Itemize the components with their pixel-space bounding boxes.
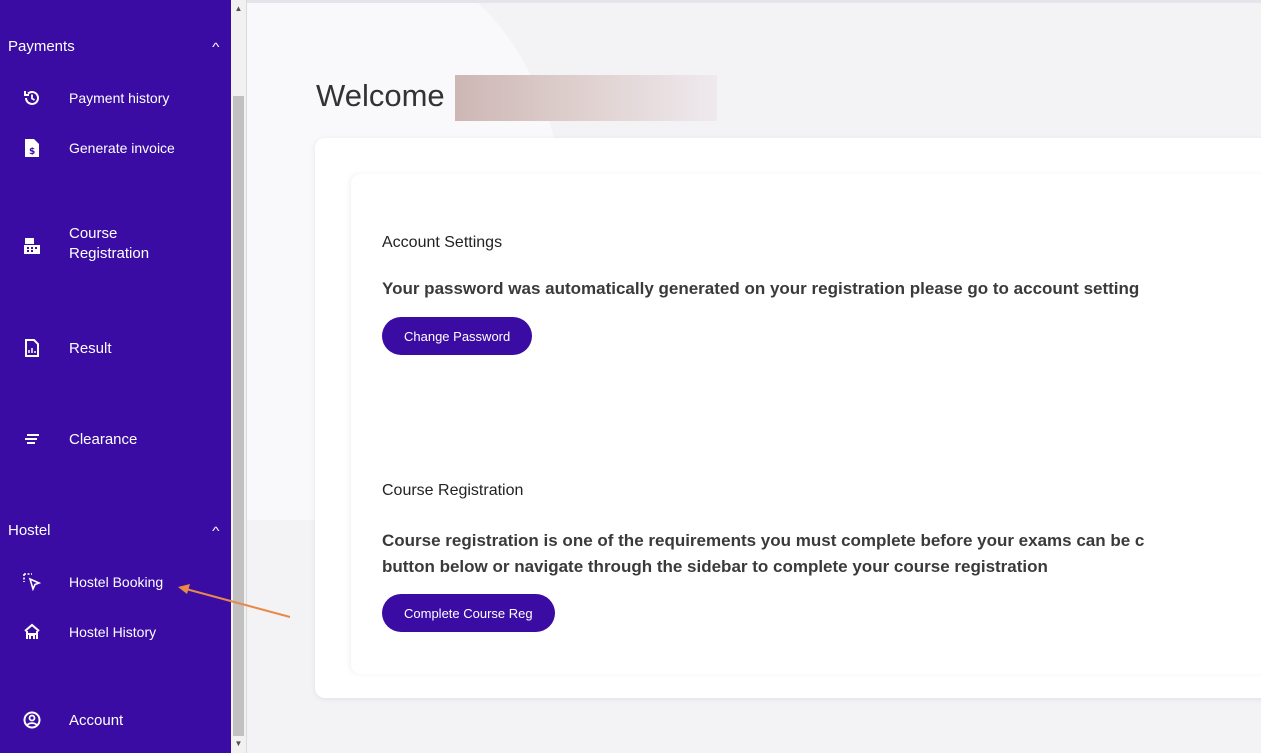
chevron-up-icon: ^ [212,39,220,54]
welcome-heading: Welcome [316,78,445,113]
sidebar-item-generate-invoice[interactable]: $ Generate invoice [22,138,175,158]
sidebar-item-payment-history[interactable]: Payment history [22,88,169,108]
sidebar-item-hostel-booking[interactable]: Hostel Booking [22,572,163,592]
main-content: Welcome Account Settings Your password w… [247,0,1261,753]
sidebar-item-label: Hostel History [69,624,157,640]
sidebar-item-label: Hostel Booking [69,574,164,590]
sidebar-scrollbar[interactable]: ▲ ▼ [231,0,247,753]
hostel-section-label: Hostel [8,522,51,539]
sidebar-item-course-registration[interactable]: Course Registration [22,225,149,262]
course-registration-text-line2: button below or navigate through the sid… [382,557,1048,576]
svg-text:$: $ [29,147,35,157]
sidebar: Payments ^ Payment history $ Generate in… [0,0,231,753]
hostel-history-icon [22,622,42,642]
payments-section-label: Payments [8,38,75,55]
scroll-down-arrow-icon[interactable]: ▼ [231,737,246,751]
sidebar-item-account[interactable]: Account [22,710,123,730]
sidebar-item-label: Result [69,339,112,357]
account-settings-title: Account Settings [382,234,503,251]
sidebar-item-label: Clearance [69,430,138,448]
chevron-up-icon: ^ [212,523,220,538]
course-registration-title: Course Registration [382,482,524,499]
hostel-booking-icon [22,572,42,592]
sidebar-item-label: Payment history [69,90,170,106]
account-icon [22,710,42,730]
course-registration-text-line1: Course registration is one of the requir… [382,531,1145,550]
scroll-thumb[interactable] [233,96,244,736]
clearance-icon [22,429,42,449]
payments-section-header[interactable]: Payments ^ [8,38,220,55]
result-icon [22,338,42,358]
hostel-section-header[interactable]: Hostel ^ [8,522,220,539]
top-border [247,0,1261,3]
history-icon [22,88,42,108]
sidebar-item-label: Account [69,711,124,729]
dashboard-card: Account Settings Your password was autom… [315,138,1261,698]
sidebar-item-result[interactable]: Result [22,338,112,358]
sidebar-item-label: Generate invoice [69,140,175,156]
register-icon [22,236,42,256]
invoice-icon: $ [22,138,42,158]
sidebar-item-clearance[interactable]: Clearance [22,429,137,449]
sidebar-item-label: Course Registration [69,225,150,262]
sidebar-item-hostel-history[interactable]: Hostel History [22,622,156,642]
scroll-up-arrow-icon[interactable]: ▲ [231,2,246,16]
change-password-button[interactable]: Change Password [382,317,533,355]
redacted-name [455,75,717,121]
complete-course-reg-button[interactable]: Complete Course Reg [382,594,555,632]
account-settings-text: Your password was automatically generate… [382,279,1140,298]
